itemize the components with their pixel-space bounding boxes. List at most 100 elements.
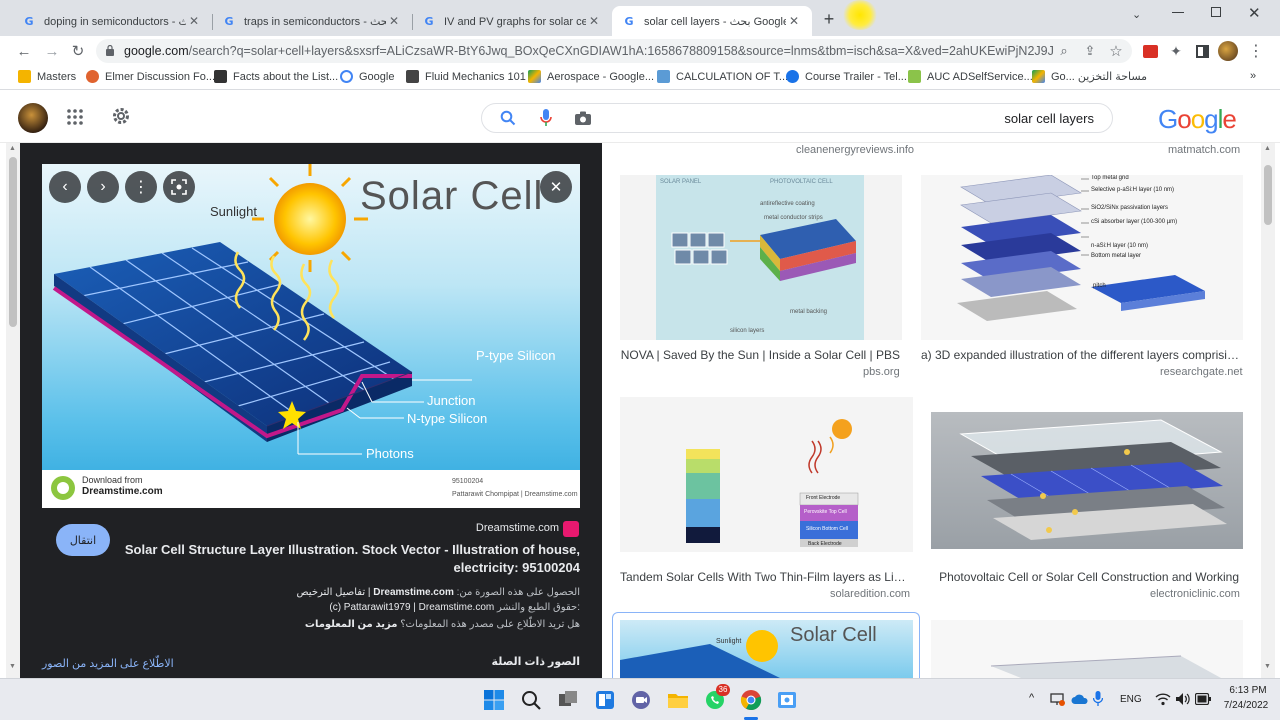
clock-date[interactable]: 7/24/2022 xyxy=(1216,700,1276,711)
extensions-puzzle-icon[interactable]: ✦ xyxy=(1166,41,1186,61)
minimize-icon[interactable] xyxy=(1172,12,1184,13)
result-caption[interactable]: Tandem Solar Cells With Two Thin-Film la… xyxy=(620,570,910,584)
tab-doping[interactable]: G doping in semiconductors - بحث Google … xyxy=(12,6,212,36)
bookmark-auc[interactable]: AUC ADSelfService... xyxy=(908,70,1033,83)
scroll-thumb[interactable] xyxy=(1264,165,1272,225)
extension-red-icon[interactable] xyxy=(1140,41,1160,61)
maximize-icon[interactable] xyxy=(1211,7,1221,17)
source-site[interactable]: Dreamstime.com xyxy=(450,522,559,534)
menu-kebab-icon[interactable]: ⋮ xyxy=(1246,41,1266,61)
close-preview-icon[interactable]: ✕ xyxy=(540,171,572,203)
right-scrollbar[interactable]: ▲ ▼ xyxy=(1261,143,1275,678)
battery-icon[interactable] xyxy=(1194,692,1211,706)
back-icon[interactable]: ← xyxy=(14,41,34,61)
tab-iv-pv[interactable]: G IV and PV graphs for solar cell - بحث … xyxy=(412,6,612,36)
tab-search-icon[interactable]: ⌄ xyxy=(1132,8,1141,21)
bookmark-drive[interactable]: Go... مساحة التخزين xyxy=(1032,70,1147,83)
scroll-thumb[interactable] xyxy=(9,157,17,327)
camera-icon[interactable] xyxy=(575,111,591,125)
scroll-down-icon[interactable]: ▼ xyxy=(1264,663,1271,670)
close-icon[interactable]: ✕ xyxy=(386,14,402,28)
close-icon[interactable]: ✕ xyxy=(186,14,202,28)
result-source[interactable]: researchgate.net xyxy=(1160,366,1243,378)
apps-grid-icon[interactable] xyxy=(67,109,83,125)
search-icon[interactable] xyxy=(500,110,516,126)
result-thumb-tandem[interactable]: Front Electrode Perovskite Top Cell Sili… xyxy=(620,397,913,552)
result-caption[interactable]: NOVA | Saved By the Sun | Inside a Solar… xyxy=(620,348,900,362)
result-caption[interactable]: Photovoltaic Cell or Solar Cell Construc… xyxy=(931,570,1239,584)
bookmark-fluid[interactable]: Fluid Mechanics 101 xyxy=(406,70,526,83)
bookmark-aerospace[interactable]: Aerospace - Google... xyxy=(528,70,654,83)
gear-icon[interactable] xyxy=(111,106,131,126)
result-source[interactable]: cleanenergyreviews.info xyxy=(796,144,914,156)
tab-title: doping in semiconductors - بحث Google xyxy=(44,15,186,28)
chrome-icon[interactable] xyxy=(739,688,763,712)
bookmark-google[interactable]: Google xyxy=(340,70,394,83)
windows-start-icon[interactable] xyxy=(482,688,506,712)
scroll-down-icon[interactable]: ▼ xyxy=(9,663,16,670)
microphone-tray-icon[interactable] xyxy=(1092,691,1104,707)
side-panel-icon[interactable] xyxy=(1192,41,1212,61)
search-box[interactable]: solar cell layers xyxy=(481,103,1113,133)
result-source[interactable]: pbs.org xyxy=(863,366,900,378)
snipping-tool-icon[interactable] xyxy=(775,688,799,712)
file-explorer-icon[interactable] xyxy=(666,688,690,712)
more-options-icon[interactable]: ⋮ xyxy=(125,171,157,203)
microphone-icon[interactable] xyxy=(540,109,552,127)
scroll-up-icon[interactable]: ▲ xyxy=(1264,145,1271,152)
widgets-icon[interactable] xyxy=(593,688,617,712)
thumb-label: silicon layers xyxy=(730,328,765,334)
bookmark-elmer[interactable]: Elmer Discussion Fo... xyxy=(86,70,215,83)
zoom-icon[interactable]: ⌕ xyxy=(1054,41,1074,61)
address-bar[interactable]: google.com/search?q=solar+cell+layers&sx… xyxy=(96,39,1132,63)
prev-image-button[interactable]: ‹ xyxy=(49,171,81,203)
close-icon[interactable]: ✕ xyxy=(586,14,602,28)
window-close-icon[interactable]: ✕ xyxy=(1248,4,1261,22)
profile-avatar[interactable] xyxy=(1218,41,1238,61)
teams-chat-icon[interactable] xyxy=(629,688,653,712)
tab-traps[interactable]: G traps in semiconductors - بحث Google ✕ xyxy=(212,6,412,36)
next-image-button[interactable]: › xyxy=(87,171,119,203)
bookmark-course[interactable]: Course Trailer - Tel... xyxy=(786,70,907,83)
result-source[interactable]: matmatch.com xyxy=(1168,144,1240,156)
result-title[interactable]: Solar Cell Structure Layer Illustration.… xyxy=(116,541,580,577)
clock-time[interactable]: 6:13 PM xyxy=(1222,685,1274,696)
whatsapp-icon[interactable]: 36 xyxy=(703,684,730,712)
new-tab-icon[interactable]: + xyxy=(820,10,838,28)
bookmark-facts[interactable]: Facts about the List... xyxy=(214,70,338,83)
volume-icon[interactable] xyxy=(1175,692,1191,706)
language-indicator[interactable]: ENG xyxy=(1120,694,1142,705)
bookmark-star-icon[interactable]: ☆ xyxy=(1106,41,1126,61)
hidden-icons-chevron-icon[interactable]: ^ xyxy=(1029,692,1034,704)
taskbar-search-icon[interactable] xyxy=(519,688,543,712)
reload-icon[interactable]: ↻ xyxy=(68,41,88,61)
result-thumb-dreamstime[interactable]: Solar Cell Sunlight xyxy=(620,620,913,678)
bookmark-masters[interactable]: Masters xyxy=(18,70,76,83)
share-icon[interactable]: ⇪ xyxy=(1080,41,1100,61)
bookmark-calculation[interactable]: CALCULATION OF T... xyxy=(657,70,788,83)
task-view-icon[interactable] xyxy=(556,688,580,712)
result-source[interactable]: solaredition.com xyxy=(830,588,910,600)
result-thumb-next[interactable] xyxy=(931,620,1243,678)
tab-solar-cell-layers[interactable]: G solar cell layers - بحث Google ✕ xyxy=(612,6,812,36)
left-scrollbar[interactable]: ▲ ▼ xyxy=(6,143,20,678)
lens-icon[interactable] xyxy=(163,171,195,203)
wifi-icon[interactable] xyxy=(1155,692,1171,706)
google-logo[interactable]: Google xyxy=(1158,104,1237,135)
result-thumb-electroniclinic[interactable] xyxy=(931,412,1243,549)
result-caption[interactable]: a) 3D expanded illustration of the diffe… xyxy=(921,348,1239,362)
network-tray-icon[interactable] xyxy=(1049,691,1065,707)
account-avatar[interactable] xyxy=(18,103,48,133)
result-thumb-researchgate[interactable]: Top metal grid Selective p-aSi:H layer (… xyxy=(921,175,1243,340)
forward-icon[interactable]: → xyxy=(42,41,62,61)
visit-button[interactable]: انتقال xyxy=(56,524,110,556)
scroll-up-icon[interactable]: ▲ xyxy=(9,145,16,152)
more-bookmarks-icon[interactable]: » xyxy=(1250,70,1256,82)
onedrive-icon[interactable] xyxy=(1071,693,1089,705)
preview-image[interactable]: Solar Cell Sunlight P-type Silicon Junct… xyxy=(42,164,580,508)
see-more-images-link[interactable]: الاطّلاع على المزيد من الصور xyxy=(42,657,174,670)
close-icon[interactable]: ✕ xyxy=(786,14,802,28)
search-input[interactable]: solar cell layers xyxy=(1004,111,1094,126)
result-thumb-nova[interactable]: SOLAR PANEL PHOTOVOLTAIC CELL antireflec… xyxy=(620,175,902,340)
result-source[interactable]: electroniclinic.com xyxy=(1150,588,1240,600)
